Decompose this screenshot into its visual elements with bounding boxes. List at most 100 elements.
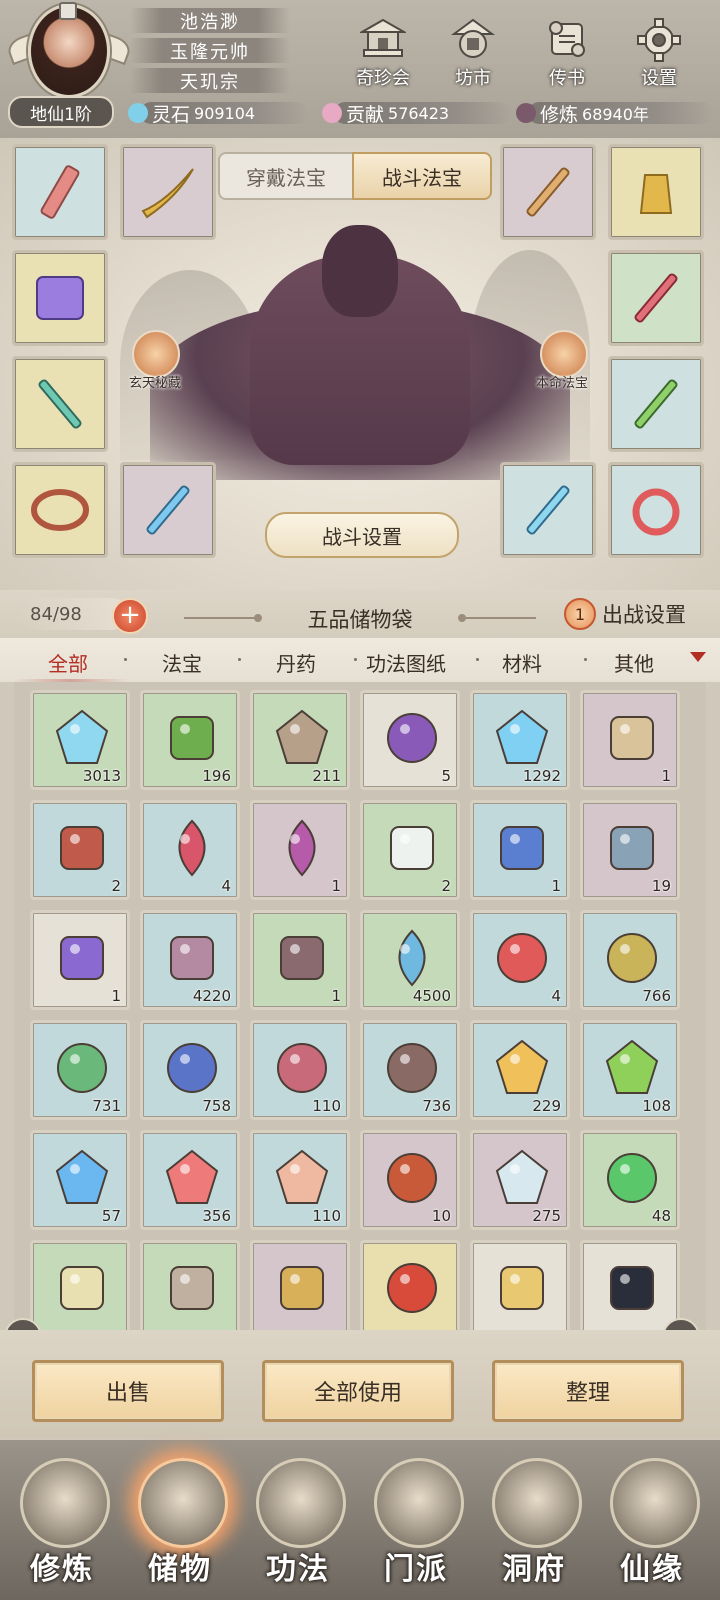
tab-battle-treasure[interactable]: 战斗法宝 xyxy=(352,152,492,200)
inventory-slot[interactable]: 1 xyxy=(470,800,570,900)
meditation-figure-icon xyxy=(516,103,536,123)
inventory-slot[interactable]: 758 xyxy=(140,1020,240,1120)
inventory-slot[interactable]: 3013 xyxy=(30,690,130,790)
nav-sect[interactable]: 门派 xyxy=(360,1448,472,1596)
inventory-slot[interactable]: 1 xyxy=(250,910,350,1010)
inventory-slot[interactable]: 196 xyxy=(140,690,240,790)
tab-all[interactable]: 全部 xyxy=(48,648,88,677)
equip-slot-10[interactable] xyxy=(608,356,704,452)
inventory-slot[interactable]: 736 xyxy=(360,1020,460,1120)
letters-button[interactable]: 传书 xyxy=(530,18,604,90)
natal-treasure-icon[interactable] xyxy=(540,330,588,378)
item-quantity: 108 xyxy=(642,1097,671,1115)
inventory-slot[interactable]: 2 xyxy=(30,800,130,900)
nav-techniques-label: 功法 xyxy=(266,1552,330,1587)
equip-slot-9[interactable] xyxy=(608,250,704,346)
inventory-slot[interactable]: 19 xyxy=(580,800,680,900)
market-button[interactable]: 坊市 xyxy=(436,18,510,90)
inventory-slot[interactable]: 211 xyxy=(250,690,350,790)
inventory-slot[interactable]: 4 xyxy=(140,800,240,900)
tab-other[interactable]: 其他 xyxy=(614,648,654,677)
tab-divider xyxy=(584,658,587,661)
inventory-slot[interactable]: 1292 xyxy=(470,690,570,790)
nav-cave[interactable]: 洞府 xyxy=(478,1448,590,1596)
nav-cultivate[interactable]: 修炼 xyxy=(6,1448,118,1596)
inventory-slot[interactable]: 275 xyxy=(470,1130,570,1230)
ore-rock-icon xyxy=(275,709,329,764)
inventory-slot[interactable]: 110 xyxy=(250,1130,350,1230)
player-avatar[interactable] xyxy=(4,2,134,98)
azure-sword-icon xyxy=(526,485,570,535)
chevron-down-icon[interactable] xyxy=(690,652,706,662)
inventory-slot[interactable]: 356 xyxy=(140,1130,240,1230)
inventory-slot[interactable] xyxy=(470,1240,570,1340)
item-quantity: 275 xyxy=(532,1207,561,1225)
market-icon xyxy=(450,18,496,58)
equip-slot-4[interactable] xyxy=(12,356,108,452)
nav-techniques[interactable]: 功法 xyxy=(242,1448,354,1596)
sort-button[interactable]: 整理 xyxy=(492,1360,684,1422)
item-quantity: 1 xyxy=(331,987,341,1005)
inventory-slot[interactable] xyxy=(140,1240,240,1340)
inventory-slot[interactable]: 4 xyxy=(470,910,570,1010)
settings-button[interactable]: 设置 xyxy=(622,18,696,90)
inventory-slot[interactable]: 1 xyxy=(250,800,350,900)
sell-button[interactable]: 出售 xyxy=(32,1360,224,1422)
inventory-slot[interactable]: 4500 xyxy=(360,910,460,1010)
inventory-slot[interactable]: 2 xyxy=(360,800,460,900)
red-ring-icon xyxy=(632,488,680,536)
tab-wear-treasure[interactable]: 穿戴法宝 xyxy=(218,152,354,200)
inventory-slot[interactable]: 110 xyxy=(250,1020,350,1120)
equip-slot-5[interactable] xyxy=(12,462,108,558)
equip-slot-1[interactable] xyxy=(12,144,108,240)
nav-fate[interactable]: 仙缘 xyxy=(596,1448,708,1596)
inventory-slot[interactable] xyxy=(250,1240,350,1340)
treasure-auction-button[interactable]: 奇珍会 xyxy=(346,18,420,90)
bone-icon xyxy=(60,1266,104,1310)
inventory-slot[interactable]: 57 xyxy=(30,1130,130,1230)
treasure-auction-label: 奇珍会 xyxy=(356,68,410,89)
red-token-icon xyxy=(40,165,80,219)
inventory-slot[interactable]: 5 xyxy=(360,690,460,790)
inventory-slot[interactable]: 10 xyxy=(360,1130,460,1230)
inventory-slot[interactable]: 108 xyxy=(580,1020,680,1120)
deploy-settings-button[interactable]: 1 出战设置 xyxy=(564,596,714,632)
contribution-label: 贡献 xyxy=(346,103,385,126)
inventory-slot[interactable]: 1 xyxy=(580,690,680,790)
inventory-slot[interactable]: 1 xyxy=(30,910,130,1010)
nav-cultivate-label: 修炼 xyxy=(30,1552,94,1587)
item-quantity: 1 xyxy=(331,877,341,895)
natal-treasure-label: 本命法宝 xyxy=(535,376,588,391)
tab-pills[interactable]: 丹药 xyxy=(276,648,316,677)
xuantian-treasury-icon[interactable] xyxy=(132,330,180,378)
equip-slot-8[interactable] xyxy=(608,144,704,240)
battle-settings-button[interactable]: 战斗设置 xyxy=(265,512,459,558)
inventory-slot[interactable]: 731 xyxy=(30,1020,130,1120)
rope-icon xyxy=(170,1266,214,1310)
tab-materials[interactable]: 材料 xyxy=(502,648,542,677)
red-pill-icon xyxy=(497,933,547,983)
inventory-slot[interactable]: 766 xyxy=(580,910,680,1010)
inventory-slot[interactable]: 229 xyxy=(470,1020,570,1120)
tab-manuals[interactable]: 功法图纸 xyxy=(366,648,446,677)
inventory-slot[interactable]: 4220 xyxy=(140,910,240,1010)
nav-cave-label: 洞府 xyxy=(502,1552,566,1587)
equip-slot-7[interactable] xyxy=(500,144,596,240)
tab-treasures[interactable]: 法宝 xyxy=(162,648,202,677)
item-quantity: 5 xyxy=(441,767,451,785)
jade-orb-icon xyxy=(607,1153,657,1203)
purple-leaf-icon xyxy=(288,819,316,877)
expand-bag-plus-icon[interactable]: + xyxy=(112,598,148,634)
equip-slot-11[interactable] xyxy=(500,462,596,558)
inventory-slot[interactable] xyxy=(30,1240,130,1340)
xuantian-treasury-label: 玄天秘藏 xyxy=(128,376,181,391)
equip-slot-12[interactable] xyxy=(608,462,704,558)
inventory-slot[interactable]: 48 xyxy=(580,1130,680,1230)
equip-slot-6[interactable] xyxy=(120,462,216,558)
use-all-button[interactable]: 全部使用 xyxy=(262,1360,454,1422)
nav-storage[interactable]: 储物 xyxy=(124,1448,236,1596)
equip-slot-2[interactable] xyxy=(120,144,216,240)
fire-orb-icon xyxy=(387,1153,437,1203)
inventory-slot[interactable] xyxy=(360,1240,460,1340)
equip-slot-3[interactable] xyxy=(12,250,108,346)
